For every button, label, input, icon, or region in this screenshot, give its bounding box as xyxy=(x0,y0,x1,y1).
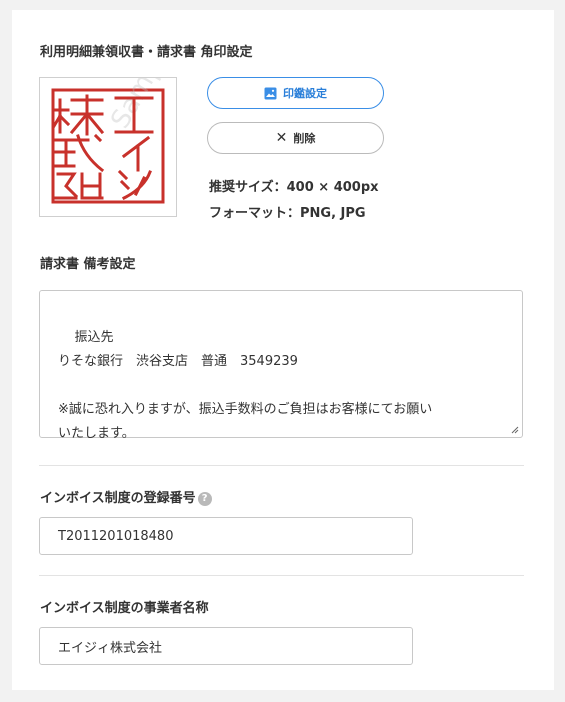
delete-seal-button[interactable]: ✕ 削除 xyxy=(207,122,384,154)
settings-card: 利用明細兼領収書・請求書 角印設定 Sample 印鑑設定 ✕ 削除 推奨サイズ… xyxy=(12,10,554,690)
invoice-number-title: インボイス制度の登録番号? xyxy=(40,487,212,506)
invoice-name-title: インボイス制度の事業者名称 xyxy=(40,601,209,616)
divider xyxy=(39,465,524,466)
invoice-number-value: T2011201018480 xyxy=(58,528,174,544)
seal-preview: Sample xyxy=(39,34,180,217)
seal-section-title: 利用明細兼領収書・請求書 角印設定 xyxy=(40,45,253,60)
set-seal-button-label: 印鑑設定 xyxy=(283,87,327,100)
invoice-number-title-text: インボイス制度の登録番号 xyxy=(40,491,196,506)
invoice-number-input[interactable]: T2011201018480 xyxy=(39,517,413,555)
seal-watermark: Sample xyxy=(105,78,176,134)
seal-image: Sample xyxy=(51,34,180,204)
remarks-text: 振込先 りそな銀行 渋谷支店 普通 3549239 ※誠に恐れ入りますが、振込手… xyxy=(58,330,433,441)
help-icon[interactable]: ? xyxy=(197,491,212,506)
resize-handle-icon[interactable] xyxy=(511,426,519,434)
invoice-name-value: エイジィ株式会社 xyxy=(58,640,163,656)
set-seal-button[interactable]: 印鑑設定 xyxy=(207,77,384,109)
recommended-size-text: 推奨サイズ：400 × 400px xyxy=(209,180,379,195)
invoice-name-input[interactable]: エイジィ株式会社 xyxy=(39,627,413,665)
close-icon: ✕ xyxy=(275,130,288,146)
delete-seal-button-label: 削除 xyxy=(293,132,316,145)
file-format-text: フォーマット：PNG, JPG xyxy=(209,206,366,221)
remarks-textarea[interactable]: 振込先 りそな銀行 渋谷支店 普通 3549239 ※誠に恐れ入りますが、振込手… xyxy=(39,290,523,441)
remarks-section-title: 請求書 備考設定 xyxy=(40,257,136,272)
divider xyxy=(39,575,524,576)
image-icon xyxy=(264,87,277,99)
